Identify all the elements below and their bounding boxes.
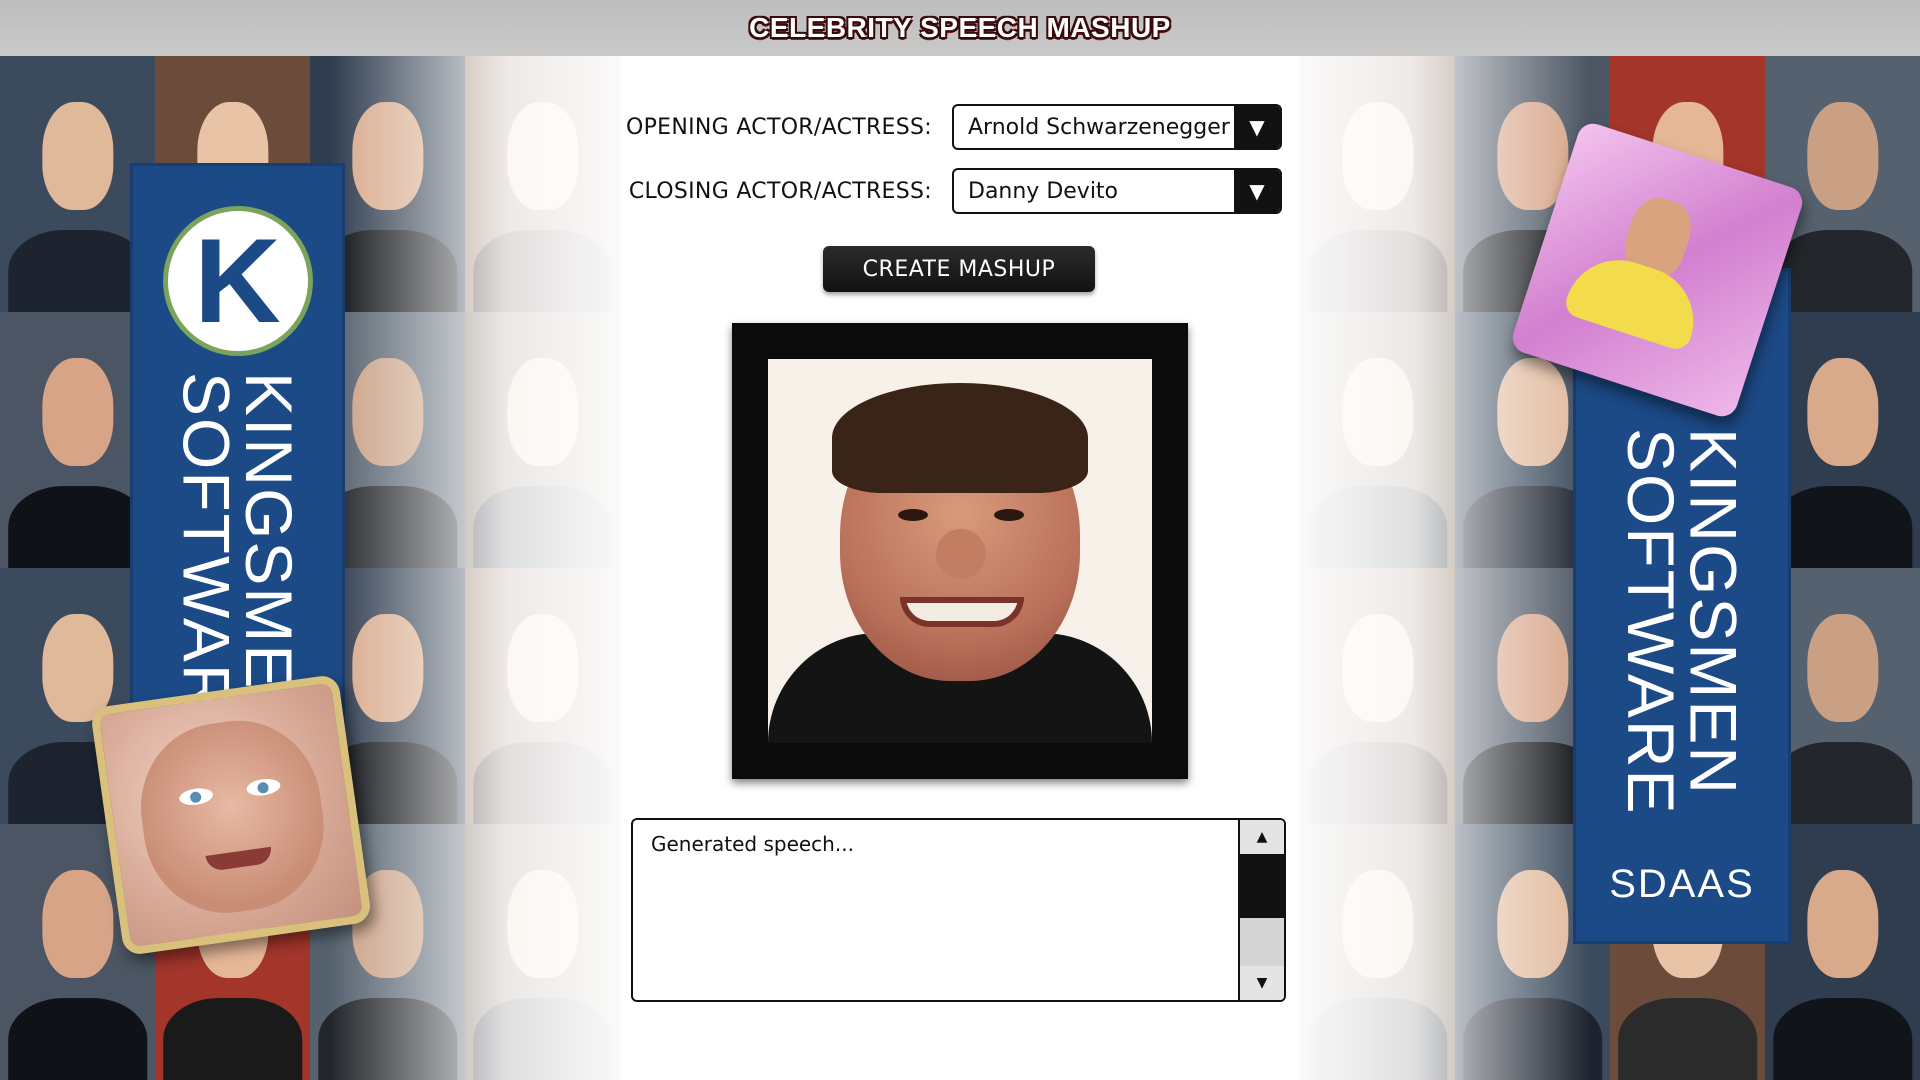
- speech-scrollbar[interactable]: ▲ ▼: [1238, 820, 1284, 1000]
- tile-body: [1772, 230, 1913, 312]
- banner-line-kingsmen: KINGSMEN: [1676, 428, 1751, 797]
- tile-body: [7, 230, 148, 312]
- logo-letter: K: [194, 214, 281, 348]
- arrow-down-icon[interactable]: ▼: [1240, 966, 1284, 1000]
- closing-actor-value[interactable]: Danny Devito: [954, 170, 1234, 212]
- tile-body: [1772, 742, 1913, 824]
- tile-body: [1617, 998, 1758, 1080]
- scrollbar-thumb[interactable]: [1240, 854, 1284, 918]
- tile-head: [1806, 358, 1879, 466]
- banner-tagline: SDAAS: [1609, 862, 1755, 906]
- opening-actor-select[interactable]: Arnold Schwarzenegger ▼: [952, 104, 1282, 150]
- closing-actor-row: CLOSING ACTOR/ACTRESS: Danny Devito ▼: [600, 168, 1300, 214]
- opening-actor-row: OPENING ACTOR/ACTRESS: Arnold Schwarzene…: [600, 104, 1300, 150]
- tile-body: [162, 998, 303, 1080]
- chevron-down-icon[interactable]: ▼: [1234, 170, 1280, 212]
- pillow-banana: [1562, 246, 1708, 353]
- portrait-eye: [994, 509, 1024, 521]
- tile-body: [7, 486, 148, 568]
- sequin-face-pillow-image: [89, 673, 373, 957]
- kingsmen-logo-icon: K: [162, 206, 313, 356]
- opening-actor-label: OPENING ACTOR/ACTRESS:: [626, 114, 932, 140]
- portrait-nose: [936, 529, 986, 579]
- pillow-eye: [245, 776, 282, 798]
- pillow-eye: [178, 786, 215, 807]
- portrait-hair: [832, 383, 1088, 493]
- tile-head: [41, 614, 114, 722]
- arrow-up-icon[interactable]: ▲: [1240, 820, 1284, 854]
- title-bar: CELEBRITY SPEECH MASHUP: [0, 0, 1920, 56]
- generated-speech-text[interactable]: Generated speech...: [633, 820, 1238, 1000]
- right-mosaic-fade: [1270, 56, 1590, 1080]
- tile-head: [1806, 870, 1879, 978]
- banner-wordmark: KINGSMEN SOFTWARE: [1614, 428, 1751, 816]
- tile-body: [7, 998, 148, 1080]
- tile-head: [41, 358, 114, 466]
- pillow-face: [129, 710, 335, 924]
- app-title: CELEBRITY SPEECH MASHUP: [749, 12, 1171, 43]
- closing-actor-label: CLOSING ACTOR/ACTRESS:: [628, 178, 932, 204]
- closing-actor-select[interactable]: Danny Devito ▼: [952, 168, 1282, 214]
- tile-head: [41, 102, 114, 210]
- tile-head: [41, 870, 114, 978]
- pillow-mouth: [205, 846, 274, 872]
- chevron-down-icon[interactable]: ▼: [1234, 106, 1280, 148]
- portrait-frame: [732, 323, 1188, 779]
- banner-line-software: SOFTWARE: [1614, 428, 1688, 816]
- generated-speech-box[interactable]: Generated speech... ▲ ▼: [631, 818, 1286, 1002]
- opening-actor-value[interactable]: Arnold Schwarzenegger: [954, 106, 1234, 148]
- tile-body: [1772, 998, 1913, 1080]
- tile-body: [1772, 486, 1913, 568]
- portrait-eye: [898, 509, 928, 521]
- tile-head: [1806, 614, 1879, 722]
- celebrity-portrait-image: [768, 359, 1152, 743]
- scrollbar-track[interactable]: [1240, 918, 1284, 966]
- tile-head: [1806, 102, 1879, 210]
- create-mashup-button[interactable]: CREATE MASHUP: [823, 246, 1095, 292]
- portrait-mouth: [900, 597, 1024, 627]
